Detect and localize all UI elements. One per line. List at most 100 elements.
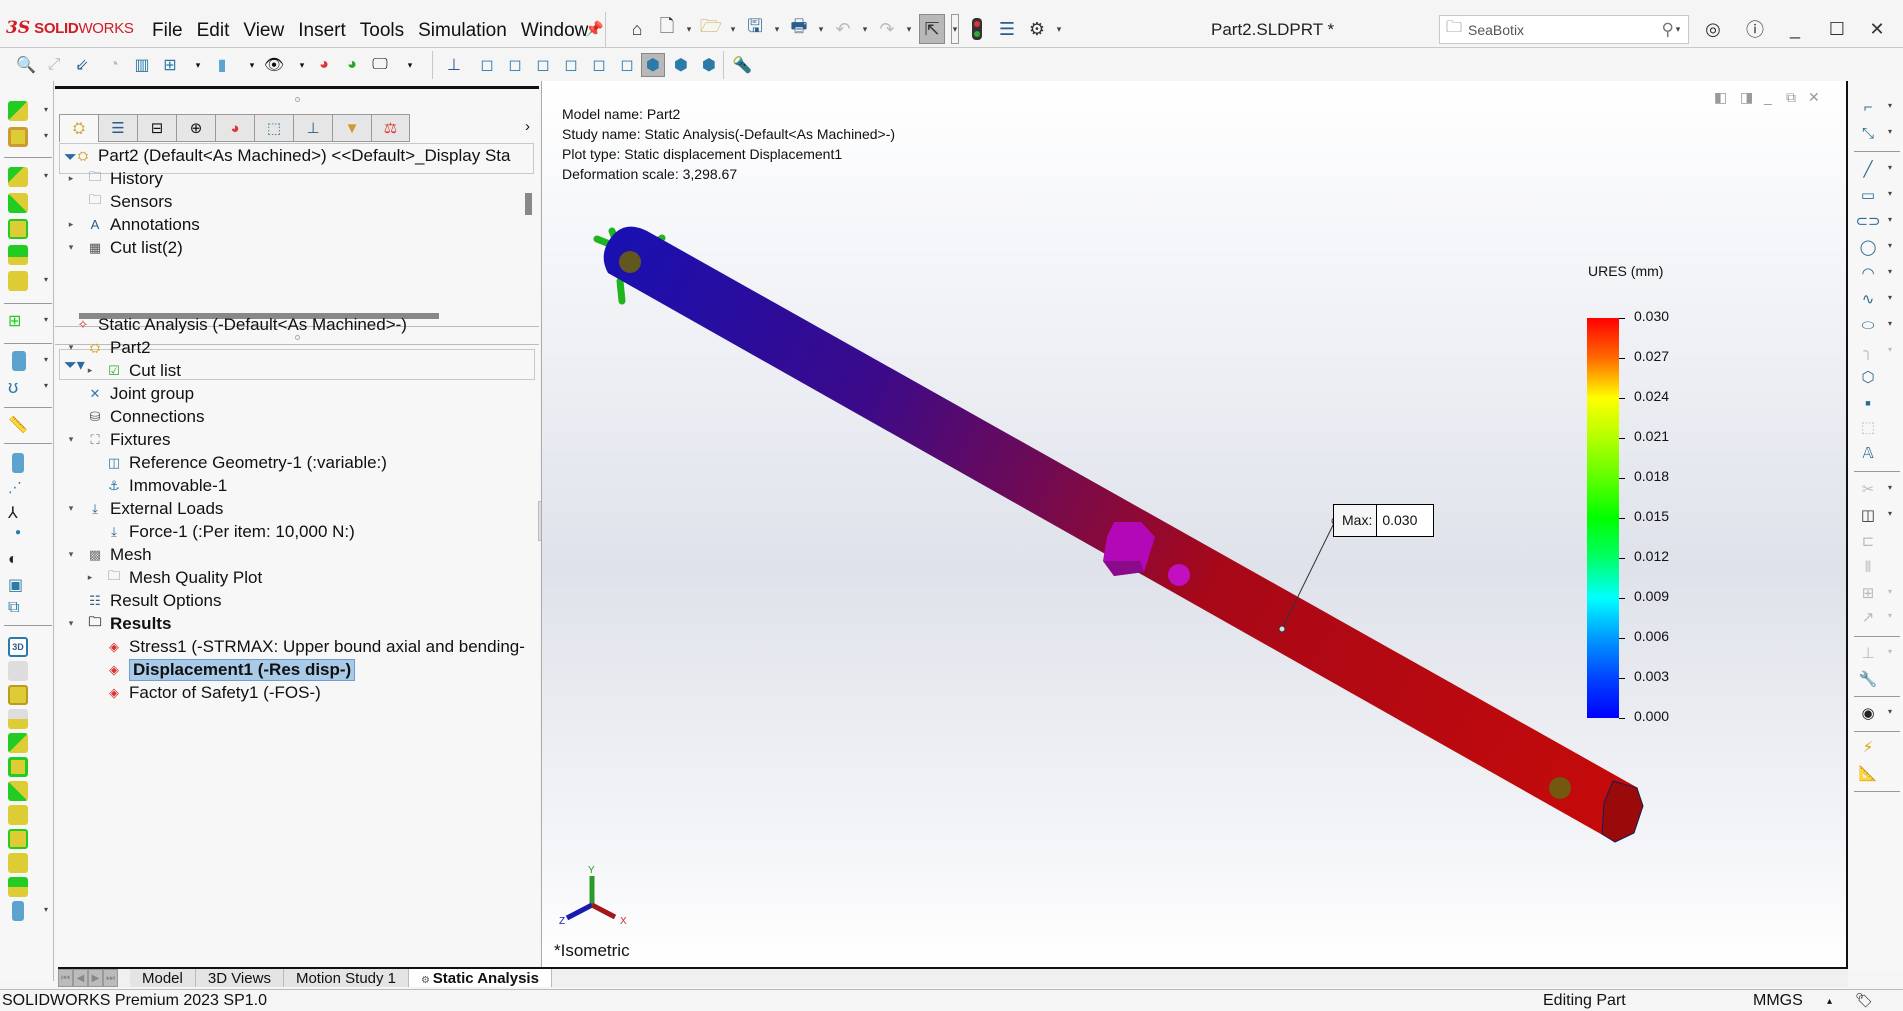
study-tree-item[interactable]: ◈ Stress1 (-STRMAX: Upper bound axial and… — [84, 635, 525, 658]
collapse-caret-icon[interactable]: ▾ — [65, 342, 77, 353]
select-icon[interactable]: ⇱ — [919, 14, 945, 44]
last-tab-icon[interactable]: ⏭ — [103, 969, 118, 987]
expand-caret-icon[interactable]: ▸ — [65, 173, 77, 184]
dimetric-view-icon[interactable]: ⬢ — [697, 53, 721, 77]
extrude-dropdown-icon[interactable]: ▾ — [44, 105, 48, 114]
feature-tree-item[interactable]: ⛭ Part2 (Default<As Machined>) <<Default>… — [53, 144, 511, 167]
point-icon[interactable]: ● — [8, 527, 28, 547]
rebuild-icon[interactable] — [965, 17, 989, 41]
front-view-icon[interactable]: ◻ — [475, 53, 499, 77]
study-tree-item[interactable]: ▾ ▩ Mesh — [65, 543, 152, 566]
legend-colorbar[interactable] — [1587, 318, 1619, 718]
display-style-dropdown-icon[interactable]: ▾ — [240, 53, 264, 77]
study-tree-item[interactable]: ⚓ Immovable-1 — [84, 474, 227, 497]
zoom-to-fit-icon[interactable]: 🔍 — [14, 53, 38, 77]
study-tree-item[interactable]: ▾ ⛶ Fixtures — [65, 428, 171, 451]
collapse-caret-icon[interactable]: ▾ — [65, 549, 77, 560]
hole-wizard-icon[interactable] — [8, 853, 28, 873]
3d-sketch-icon[interactable]: 3D — [8, 637, 28, 657]
tab-motion-study-1[interactable]: Motion Study 1 — [283, 969, 410, 987]
trimetric-view-icon[interactable]: ⬢ — [669, 53, 693, 77]
rectangle-dropdown-icon[interactable]: ▾ — [1888, 189, 1892, 198]
study-tree-item[interactable]: ▾ ⤓ External Loads — [65, 497, 224, 520]
previous-tab-icon[interactable]: ◀ — [73, 969, 88, 987]
rectangle-icon[interactable]: ▭ — [1858, 185, 1878, 205]
view-orientation-dropdown-icon[interactable]: ▾ — [186, 53, 210, 77]
curves-icon[interactable]: ʊ — [8, 377, 28, 397]
max-value-callout[interactable]: Max: 0.030 — [1333, 504, 1434, 537]
rebuild-status-icon[interactable]: 🏷 — [1855, 992, 1873, 1009]
close-button[interactable]: ✕ — [1864, 16, 1890, 42]
reference-dropdown-icon[interactable]: ▾ — [44, 355, 48, 364]
study-tree-item[interactable]: ▾ ⛭ Part2 — [65, 336, 151, 359]
circle-dropdown-icon[interactable]: ▾ — [1888, 241, 1892, 250]
sketch-fillet-icon[interactable]: ╮ — [1858, 341, 1878, 361]
search-dropdown-icon[interactable]: ▾ — [1674, 24, 1682, 35]
maximize-button[interactable]: ☐ — [1824, 16, 1850, 42]
new-document-icon[interactable]: 🗋 — [655, 16, 679, 41]
tab-3d-views[interactable]: 3D Views — [195, 969, 284, 987]
convert-entities-icon[interactable]: ◫ — [1858, 505, 1878, 525]
top-view-icon[interactable]: ◻ — [587, 53, 611, 77]
tab-display-manager[interactable]: ◕ — [215, 114, 254, 142]
construction-geometry-icon[interactable]: ⬚ — [1858, 417, 1878, 437]
first-tab-icon[interactable]: ⏮ — [58, 969, 73, 987]
extruded-cut-icon[interactable] — [8, 127, 28, 147]
tab-cam-operation[interactable]: ⊥ — [293, 114, 332, 142]
bounding-box-icon[interactable]: ▣ — [8, 575, 28, 595]
study-tree-item[interactable]: ⤓ Force-1 (:Per item: 10,000 N:) — [84, 520, 355, 543]
file-properties-icon[interactable]: ☰ — [995, 17, 1019, 41]
options-icon[interactable]: ⚙ — [1025, 17, 1049, 41]
arc-icon[interactable]: ◠ — [1858, 263, 1878, 283]
cut-dropdown-icon[interactable]: ▾ — [44, 131, 48, 140]
options-dropdown-icon[interactable]: ▾ — [1055, 24, 1063, 35]
chamfer-icon[interactable] — [8, 245, 28, 265]
line-dropdown-icon[interactable]: ▾ — [1888, 163, 1892, 172]
study-tree-item[interactable]: ▸ ☑ Cut list — [84, 359, 181, 382]
menu-window[interactable]: Window — [514, 18, 596, 44]
previous-view-icon[interactable]: ⇙ — [70, 53, 94, 77]
back-view-icon[interactable]: ◻ — [503, 53, 527, 77]
ellipse-dropdown-icon[interactable]: ▾ — [1888, 319, 1892, 328]
feature-tree-item[interactable]: 🗀 Sensors — [65, 190, 172, 213]
instant3d-icon[interactable] — [8, 271, 28, 291]
spline-dropdown-icon[interactable]: ▾ — [1888, 293, 1892, 302]
open-icon[interactable]: 🗁 — [699, 16, 723, 41]
left-view-icon[interactable]: ◻ — [531, 53, 555, 77]
dimension-dropdown-icon[interactable]: ▾ — [1888, 127, 1892, 136]
minimize-button[interactable]: _ — [1782, 16, 1808, 42]
revolve-icon[interactable] — [8, 733, 28, 753]
snaps-dropdown-icon[interactable]: ▾ — [1888, 707, 1892, 716]
splitter-handle[interactable] — [295, 97, 300, 102]
menu-view[interactable]: View — [236, 18, 291, 44]
right-view-icon[interactable]: ◻ — [559, 53, 583, 77]
search-box[interactable]: 🗀 ⚲ ▾ — [1439, 15, 1689, 44]
move-dropdown-icon[interactable]: ▾ — [1888, 611, 1892, 620]
study-tree-item[interactable]: ✕ Joint group — [65, 382, 195, 405]
feature-tree-item[interactable]: ▸ 🗀 History — [65, 167, 163, 190]
line-icon[interactable]: ╱ — [1858, 159, 1878, 179]
help-icon[interactable]: ⓘ — [1742, 16, 1768, 42]
print-dropdown-icon[interactable]: ▾ — [817, 24, 825, 35]
feature-tree-item[interactable]: ▸ A Annotations — [65, 213, 200, 236]
tab-cam-tool[interactable]: ▼ — [332, 114, 371, 142]
study-tree-item[interactable]: ▸ 🗀 Mesh Quality Plot — [84, 566, 263, 589]
sweep-icon[interactable] — [8, 805, 28, 825]
select-dropdown-icon[interactable]: ▾ — [951, 14, 959, 44]
shell-icon[interactable] — [8, 219, 28, 239]
redo-dropdown-icon[interactable]: ▾ — [905, 24, 913, 35]
repair-sketch-icon[interactable]: 🔧 — [1858, 669, 1878, 689]
menu-edit[interactable]: Edit — [190, 18, 237, 44]
sketch-icon[interactable]: ⌐ — [1858, 97, 1878, 117]
menu-insert[interactable]: Insert — [291, 18, 353, 44]
redo-icon[interactable]: ↷ — [875, 17, 899, 41]
ellipse-icon[interactable]: ⬭ — [1858, 315, 1878, 335]
next-tab-icon[interactable]: ▶ — [88, 969, 103, 987]
center-of-mass-icon[interactable]: ◐ — [8, 551, 28, 571]
linear-pattern-icon[interactable]: ⊞ — [8, 311, 28, 331]
axis-icon[interactable]: ⋰ — [8, 479, 28, 499]
quick-snaps-icon[interactable]: ◉ — [1858, 703, 1878, 723]
hide-show-items-icon[interactable]: 👁 — [262, 53, 286, 77]
text-icon[interactable]: 𝔸 — [1858, 443, 1878, 463]
expand-caret-icon[interactable]: ▸ — [84, 365, 96, 376]
